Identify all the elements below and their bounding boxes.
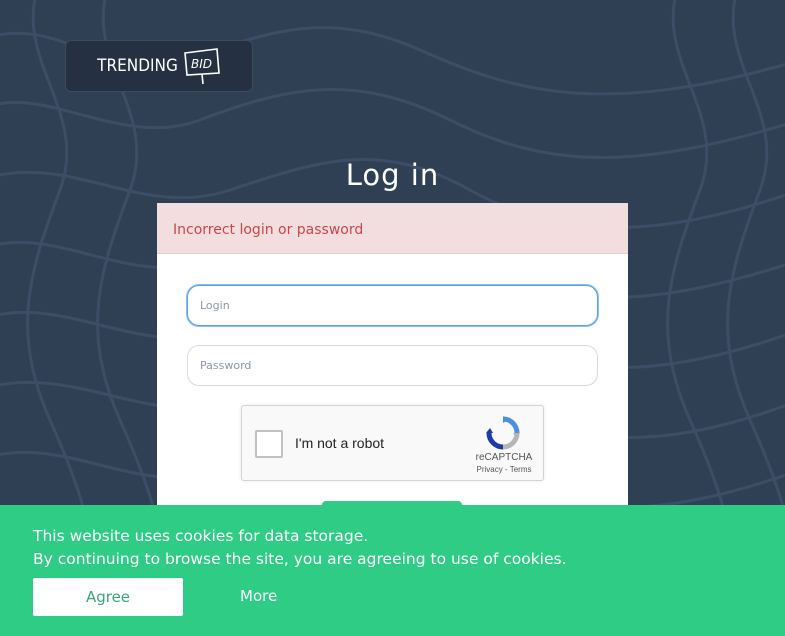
recaptcha-logo-icon bbox=[486, 416, 520, 450]
recaptcha-brand: reCAPTCHA bbox=[475, 452, 533, 463]
more-link[interactable]: More bbox=[240, 587, 277, 605]
cookie-notice-line1: This website uses cookies for data stora… bbox=[33, 527, 369, 545]
error-message: Incorrect login or password bbox=[173, 222, 364, 238]
cookie-banner: This website uses cookies for data stora… bbox=[0, 505, 785, 636]
logo-bid-text: BID bbox=[191, 57, 212, 71]
agree-button[interactable]: Agree bbox=[33, 578, 183, 616]
error-alert: Incorrect login or password bbox=[157, 203, 628, 254]
login-panel: Incorrect login or password I'm not a ro… bbox=[157, 203, 628, 531]
recaptcha-terms-link[interactable]: Privacy - Terms bbox=[462, 465, 546, 474]
cookie-notice-line2: By continuing to browse the site, you ar… bbox=[33, 550, 567, 568]
password-input[interactable] bbox=[187, 345, 598, 386]
bid-sign-icon: BID bbox=[183, 48, 220, 85]
login-input[interactable] bbox=[187, 285, 598, 326]
logo-wordmark: TRENDING bbox=[97, 55, 178, 76]
recaptcha-checkbox[interactable] bbox=[255, 430, 283, 458]
recaptcha-label: I'm not a robot bbox=[295, 435, 385, 451]
site-logo[interactable]: TRENDING BID bbox=[65, 40, 253, 92]
page-title: Log in bbox=[345, 158, 440, 192]
recaptcha-widget: I'm not a robot reCAPTCHA Privacy - Term… bbox=[241, 405, 544, 481]
